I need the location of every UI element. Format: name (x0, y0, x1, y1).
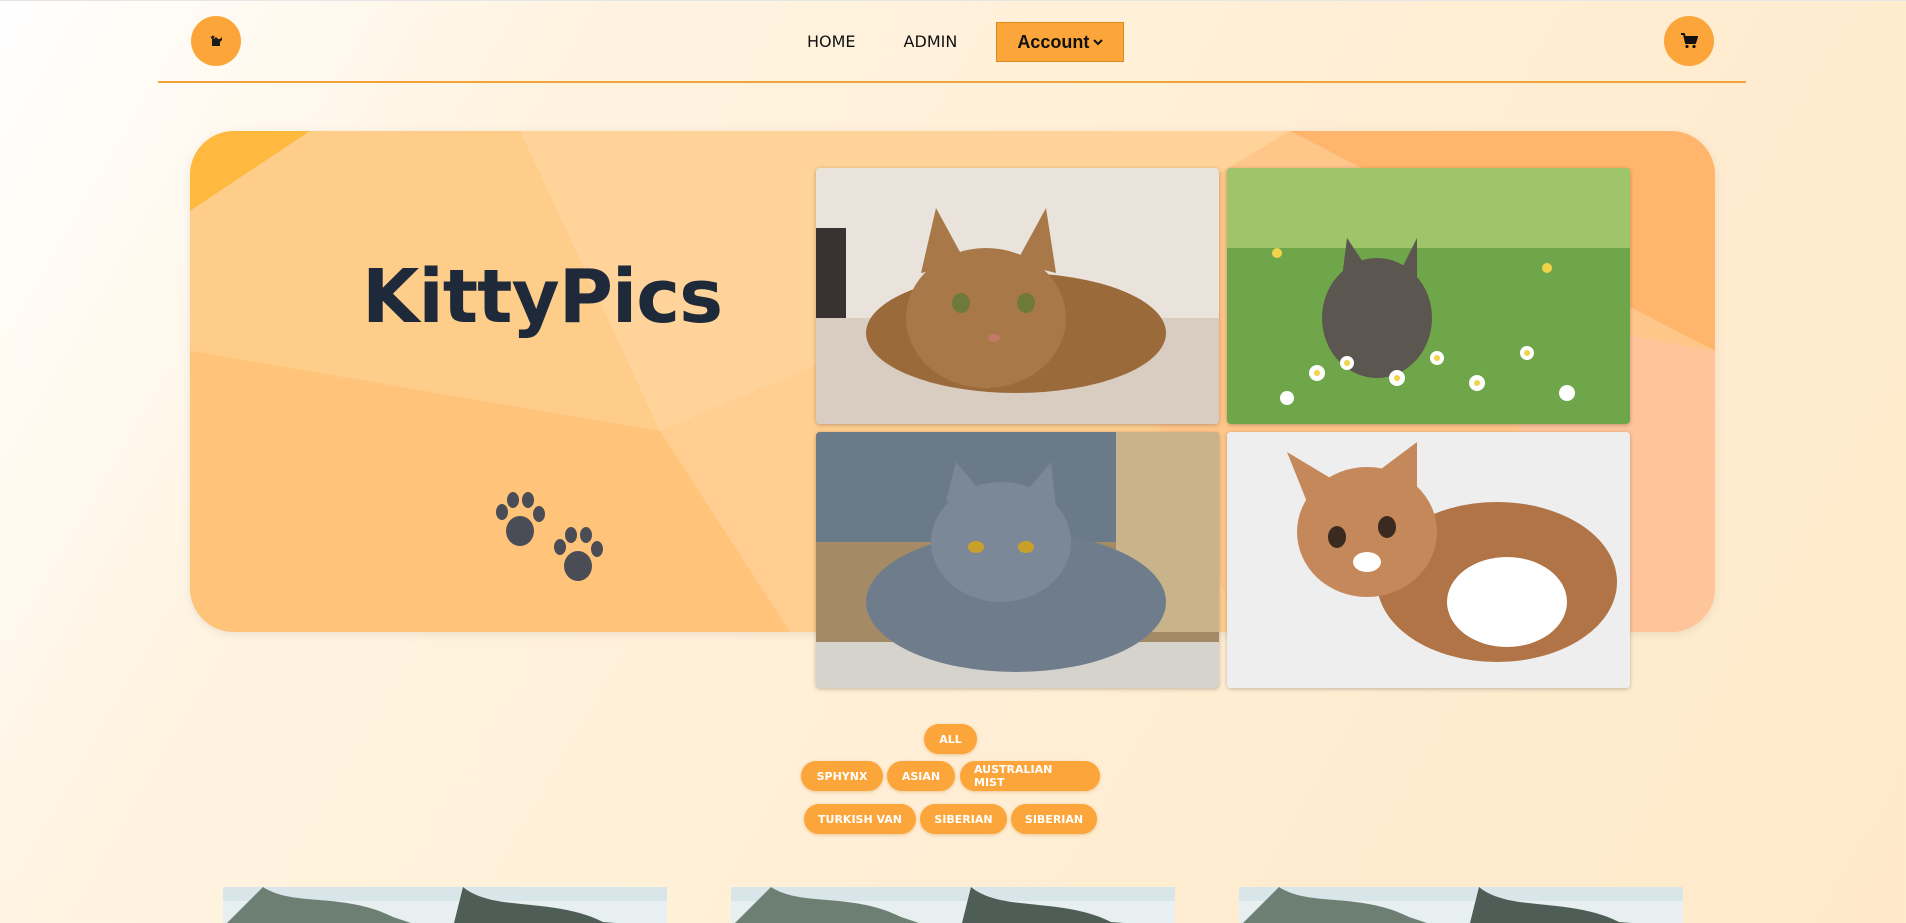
nav-links: HOME ADMIN Account (798, 22, 1125, 62)
filter-chip[interactable]: SIBERIAN (1011, 804, 1097, 834)
cat-card-image[interactable] (731, 887, 1175, 923)
cat-icon (210, 35, 222, 46)
site-title: KittyPics (362, 254, 723, 340)
gallery-image-grey-cat[interactable] (816, 432, 1219, 688)
filter-chip-all[interactable]: ALL (924, 724, 977, 754)
gallery-image-kitten-daisies[interactable] (1227, 168, 1630, 424)
account-label: Account (1017, 31, 1090, 52)
chevron-down-icon (1093, 39, 1104, 46)
gallery-image-tabby-cat[interactable] (816, 168, 1219, 424)
filter-chip[interactable]: SPHYNX (801, 761, 883, 791)
filter-chip[interactable]: AUSTRALIAN MIST (960, 761, 1100, 791)
account-dropdown-button[interactable]: Account (996, 22, 1125, 62)
cat-card-image[interactable] (223, 887, 667, 923)
cart-button[interactable] (1664, 16, 1714, 66)
top-navbar: HOME ADMIN Account (158, 1, 1746, 83)
filter-chip[interactable]: ASIAN (887, 761, 955, 791)
filter-chip[interactable]: TURKISH VAN (804, 804, 916, 834)
nav-admin-link[interactable]: ADMIN (895, 22, 967, 62)
filter-chip[interactable]: SIBERIAN (920, 804, 1007, 834)
logo-button[interactable] (191, 16, 241, 66)
cart-icon (1681, 33, 1698, 49)
gallery-image-ginger-kitten[interactable] (1227, 432, 1630, 688)
paw-prints-icon (490, 476, 620, 610)
cat-card-image[interactable] (1239, 887, 1683, 923)
nav-home-link[interactable]: HOME (798, 22, 865, 62)
